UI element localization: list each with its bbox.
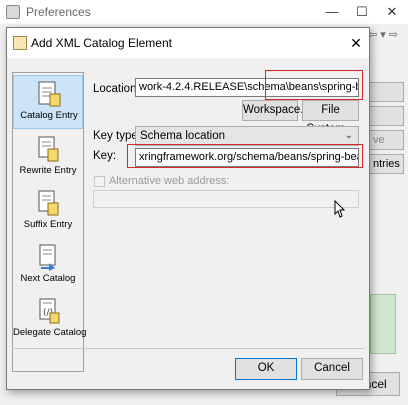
key-label: Key: bbox=[93, 150, 117, 162]
behind-panel bbox=[370, 294, 396, 354]
dialog-app-icon bbox=[13, 36, 27, 50]
nav-arrows-icon[interactable]: ⇦ ▾ ⇨ bbox=[368, 28, 404, 46]
key-type-label: Key type: bbox=[93, 130, 141, 142]
file-system-button[interactable]: File System... bbox=[302, 100, 359, 135]
sidebar-item-label: Catalog Entry bbox=[20, 110, 78, 121]
sidebar-item-rewrite-entry[interactable]: Rewrite Entry bbox=[13, 131, 83, 185]
alt-web-input[interactable] bbox=[93, 190, 359, 208]
add-xml-catalog-dialog: Add XML Catalog Element ✕ Catalog Entry … bbox=[6, 27, 370, 390]
close-button[interactable]: ✕ bbox=[382, 3, 402, 21]
alt-web-label: Alternative web address: bbox=[109, 175, 230, 187]
rewrite-entry-icon bbox=[38, 136, 59, 162]
sidebar-item-next-catalog[interactable]: Next Catalog bbox=[13, 239, 83, 293]
workspace-button[interactable]: Workspace... bbox=[242, 100, 310, 121]
sidebar-item-label: Suffix Entry bbox=[23, 219, 73, 230]
key-type-value: Schema location bbox=[140, 130, 226, 142]
key-type-select[interactable]: Schema location ⌄ bbox=[135, 126, 359, 146]
minimize-button[interactable]: — bbox=[322, 3, 342, 21]
location-label: Location: bbox=[93, 83, 140, 95]
dialog-title: Add XML Catalog Element bbox=[31, 36, 172, 50]
ok-button[interactable]: OK bbox=[235, 358, 297, 380]
chevron-down-icon: ⌄ bbox=[344, 130, 353, 141]
behind-button-4[interactable]: ntries bbox=[368, 154, 404, 174]
sidebar-item-delegate-catalog[interactable]: (/) Delegate Catalog bbox=[13, 293, 87, 347]
dialog-close-button[interactable]: ✕ bbox=[347, 34, 365, 52]
divider bbox=[12, 348, 364, 349]
dialog-titlebar: Add XML Catalog Element ✕ bbox=[7, 28, 369, 58]
catalog-type-sidebar: Catalog Entry Rewrite Entry Suffix Entry bbox=[12, 72, 87, 372]
behind-button-3[interactable]: ve bbox=[368, 130, 404, 150]
sidebar-item-suffix-entry[interactable]: Suffix Entry bbox=[13, 185, 83, 239]
delegate-catalog-icon: (/) bbox=[39, 298, 60, 324]
behind-button-1[interactable] bbox=[368, 82, 404, 102]
key-highlight bbox=[127, 144, 363, 168]
location-highlight bbox=[265, 70, 363, 100]
preferences-titlebar: Preferences — ☐ ✕ bbox=[0, 0, 408, 24]
next-catalog-icon bbox=[39, 244, 56, 271]
sidebar-item-label: Next Catalog bbox=[20, 273, 76, 284]
sidebar-item-catalog-entry[interactable]: Catalog Entry bbox=[13, 75, 83, 129]
sidebar-item-label: Rewrite Entry bbox=[19, 165, 77, 176]
mouse-cursor-icon bbox=[334, 200, 346, 218]
suffix-entry-icon bbox=[38, 190, 59, 216]
catalog-entry-icon bbox=[38, 81, 61, 107]
preferences-title: Preferences bbox=[26, 5, 91, 19]
sidebar-item-label: Delegate Catalog bbox=[13, 327, 87, 338]
maximize-button[interactable]: ☐ bbox=[352, 3, 372, 21]
preferences-app-icon bbox=[6, 5, 20, 19]
cancel-button[interactable]: Cancel bbox=[301, 358, 363, 380]
behind-button-2[interactable] bbox=[368, 106, 404, 126]
alt-web-checkbox[interactable] bbox=[94, 176, 105, 187]
